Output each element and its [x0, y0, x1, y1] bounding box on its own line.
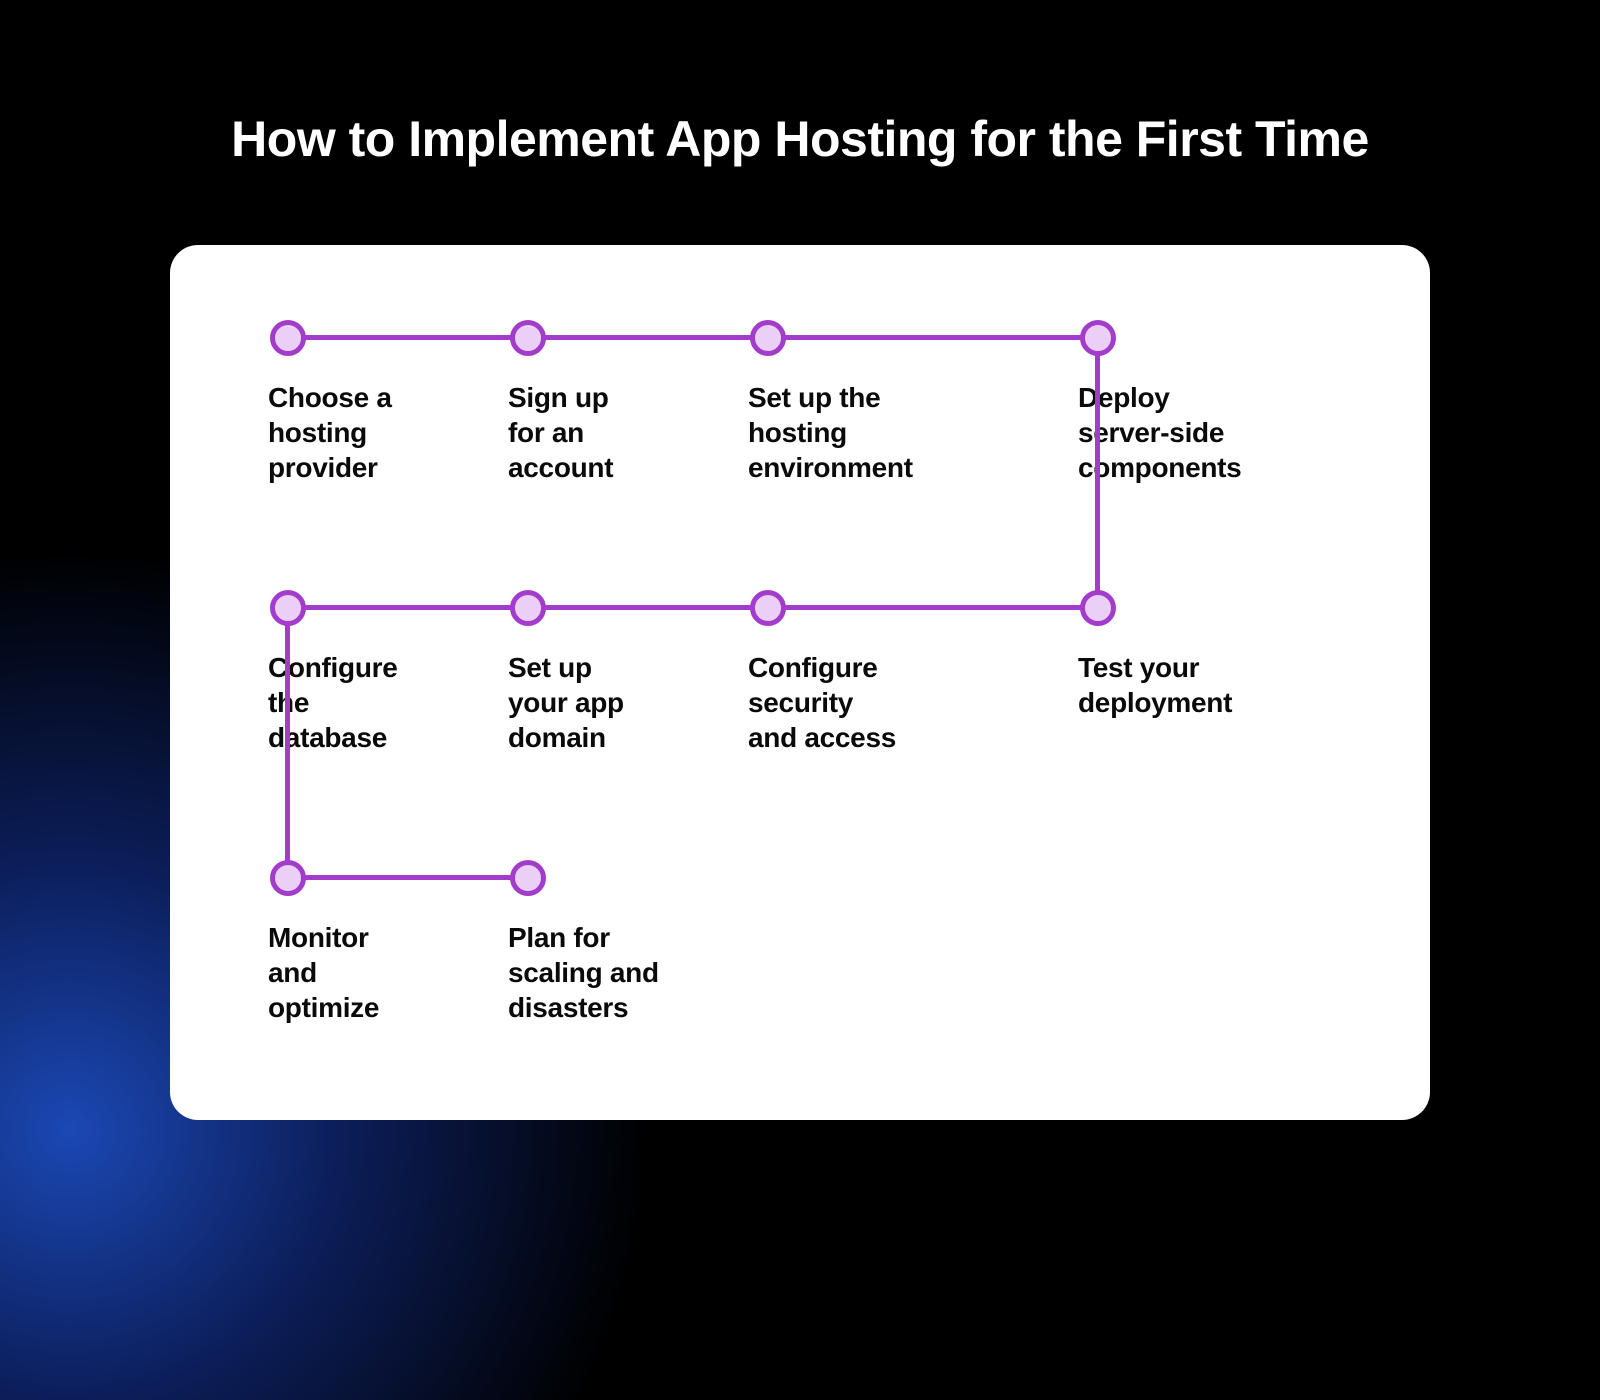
- connector-4-5: [1095, 350, 1100, 595]
- diagram-card: Choose a hosting provider Sign up for an…: [170, 245, 1430, 1120]
- step-node-9: [270, 860, 306, 896]
- step-node-7: [510, 590, 546, 626]
- step-label-9: Monitor and optimize: [268, 920, 379, 1025]
- step-label-6: Configure security and access: [748, 650, 896, 755]
- connector-1-2: [300, 335, 516, 340]
- step-node-6: [750, 590, 786, 626]
- step-label-1: Choose a hosting provider: [268, 380, 392, 485]
- step-node-4: [1080, 320, 1116, 356]
- connector-9-10: [300, 875, 516, 880]
- step-node-2: [510, 320, 546, 356]
- connector-3-4: [780, 335, 1086, 340]
- step-node-10: [510, 860, 546, 896]
- step-node-5: [1080, 590, 1116, 626]
- step-label-3: Set up the hosting environment: [748, 380, 913, 485]
- connector-8-9: [285, 620, 290, 865]
- page-title: How to Implement App Hosting for the Fir…: [0, 110, 1600, 168]
- step-node-1: [270, 320, 306, 356]
- step-label-10: Plan for scaling and disasters: [508, 920, 659, 1025]
- step-label-2: Sign up for an account: [508, 380, 613, 485]
- step-node-8: [270, 590, 306, 626]
- step-label-7: Set up your app domain: [508, 650, 624, 755]
- connector-6-7: [540, 605, 756, 610]
- connector-5-6: [780, 605, 1086, 610]
- step-label-5: Test your deployment: [1078, 650, 1232, 720]
- connector-2-3: [540, 335, 756, 340]
- connector-7-8: [300, 605, 516, 610]
- step-node-3: [750, 320, 786, 356]
- step-label-4: Deploy server-side components: [1078, 380, 1241, 485]
